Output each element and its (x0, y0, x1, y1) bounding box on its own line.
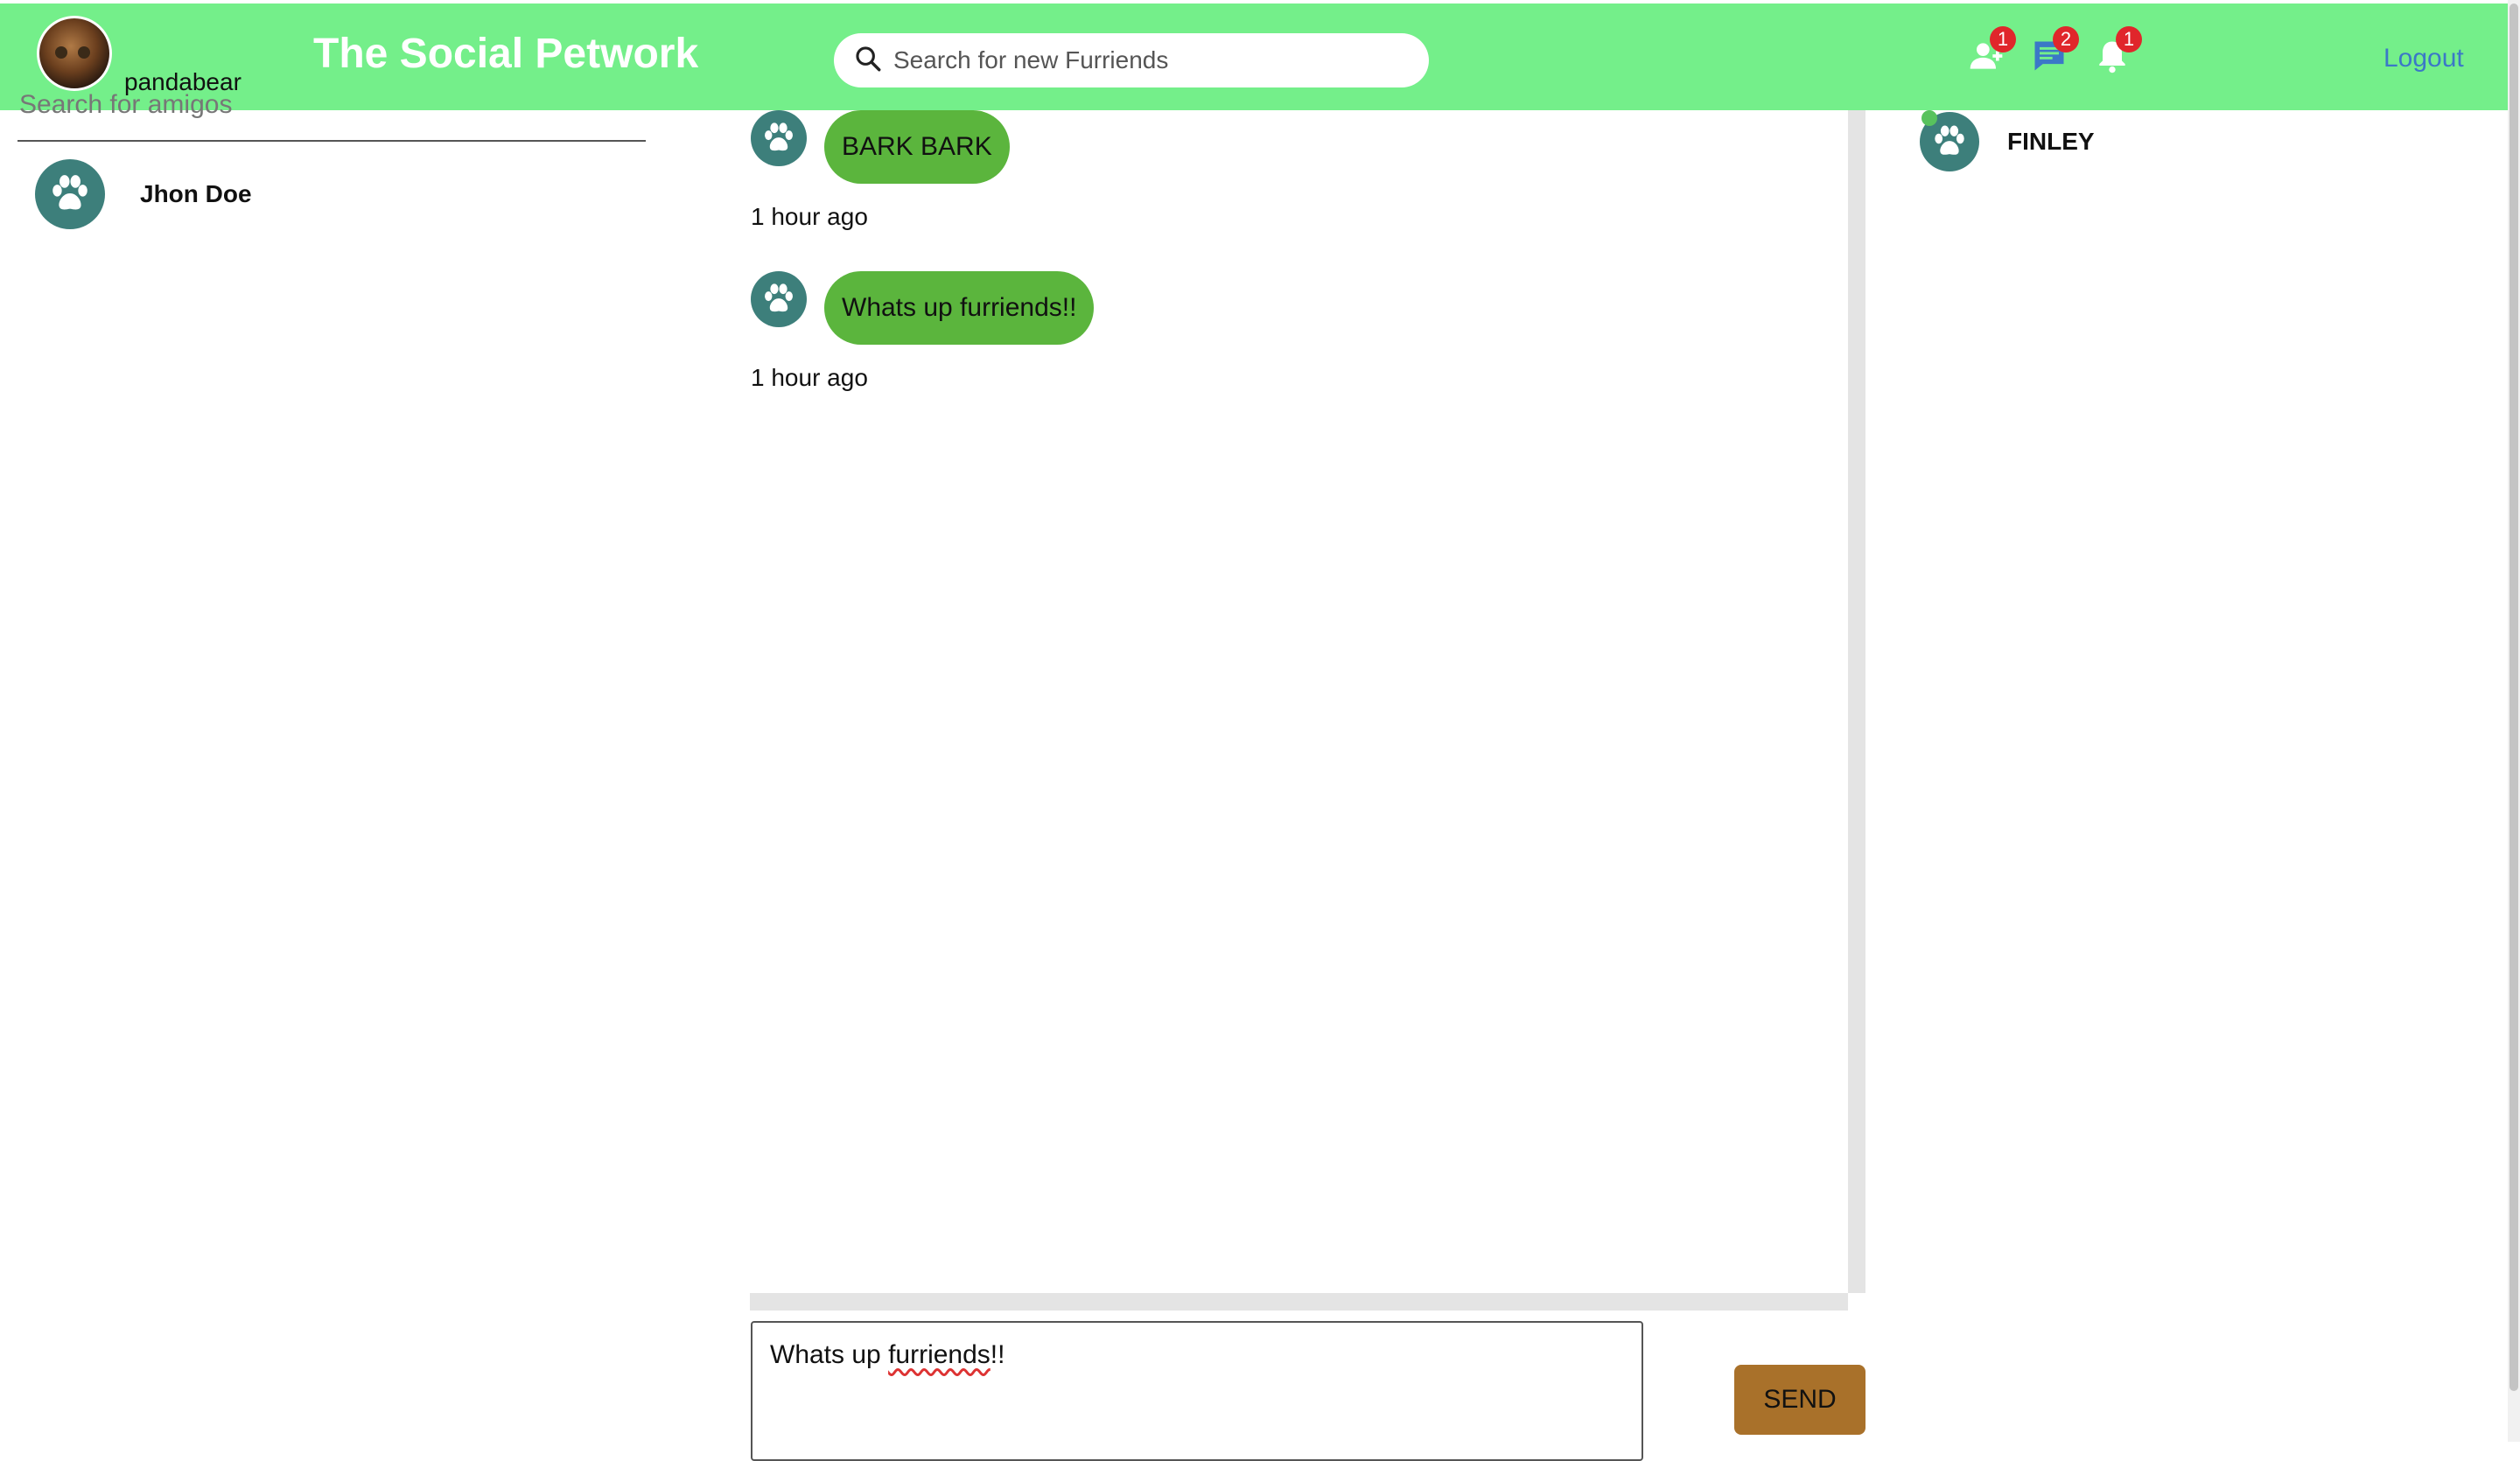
online-status-dot (1922, 110, 1937, 126)
amigos-search-field[interactable] (18, 91, 646, 142)
message-icon (2030, 41, 2068, 79)
page-scrollbar-thumb[interactable] (2510, 3, 2518, 1391)
online-user-avatar (1920, 110, 1979, 171)
message-avatar (751, 271, 807, 327)
paw-icon (760, 120, 797, 157)
furriends-search-input[interactable] (892, 45, 1385, 75)
friend-requests-badge: 1 (1990, 26, 2016, 52)
notifications-badge: 1 (2116, 26, 2142, 52)
message-bubble: Whats up furriends!! (824, 271, 1095, 345)
search-icon (853, 44, 892, 78)
friend-requests-button[interactable]: 1 (1967, 26, 2016, 75)
user-avatar[interactable] (37, 16, 112, 91)
notifications-button[interactable]: 1 (2093, 26, 2142, 75)
contact-item[interactable]: Jhon Doe (35, 159, 252, 229)
notification-bell-icon (2093, 41, 2132, 79)
contact-avatar (35, 159, 105, 229)
paw-icon (1930, 122, 1969, 161)
amigos-search-input[interactable] (18, 91, 634, 121)
contact-name: Jhon Doe (140, 180, 252, 207)
paw-icon (47, 171, 93, 217)
furriends-search-bar[interactable] (834, 33, 1429, 87)
brand-title[interactable]: The Social Petwork (313, 30, 698, 78)
logout-link[interactable]: Logout (2384, 44, 2464, 73)
message-timestamp: 1 hour ago (751, 364, 868, 391)
message-compose-textarea[interactable]: Whats up furriends!! (751, 1321, 1643, 1461)
message-bubble: BARK BARK (824, 110, 1010, 184)
chat-horizontal-scrollbar[interactable] (750, 1293, 1848, 1311)
friend-request-icon (1967, 43, 2006, 79)
messages-badge: 2 (2053, 26, 2079, 52)
message-avatar (751, 110, 807, 166)
send-button[interactable]: SEND (1734, 1365, 1866, 1435)
messages-button[interactable]: 2 (2030, 26, 2079, 75)
online-user-item[interactable]: FINLEY (1920, 110, 2095, 171)
compose-text: Whats up (770, 1340, 889, 1369)
compose-misspelled-word: furriends (888, 1340, 990, 1369)
message-timestamp: 1 hour ago (751, 203, 868, 230)
chat-vertical-scrollbar[interactable] (1848, 110, 1866, 1293)
avatar-photo (39, 18, 109, 88)
online-user-name: FINLEY (2007, 128, 2095, 155)
compose-text-suffix: !! (990, 1340, 1005, 1369)
paw-icon (760, 281, 797, 318)
